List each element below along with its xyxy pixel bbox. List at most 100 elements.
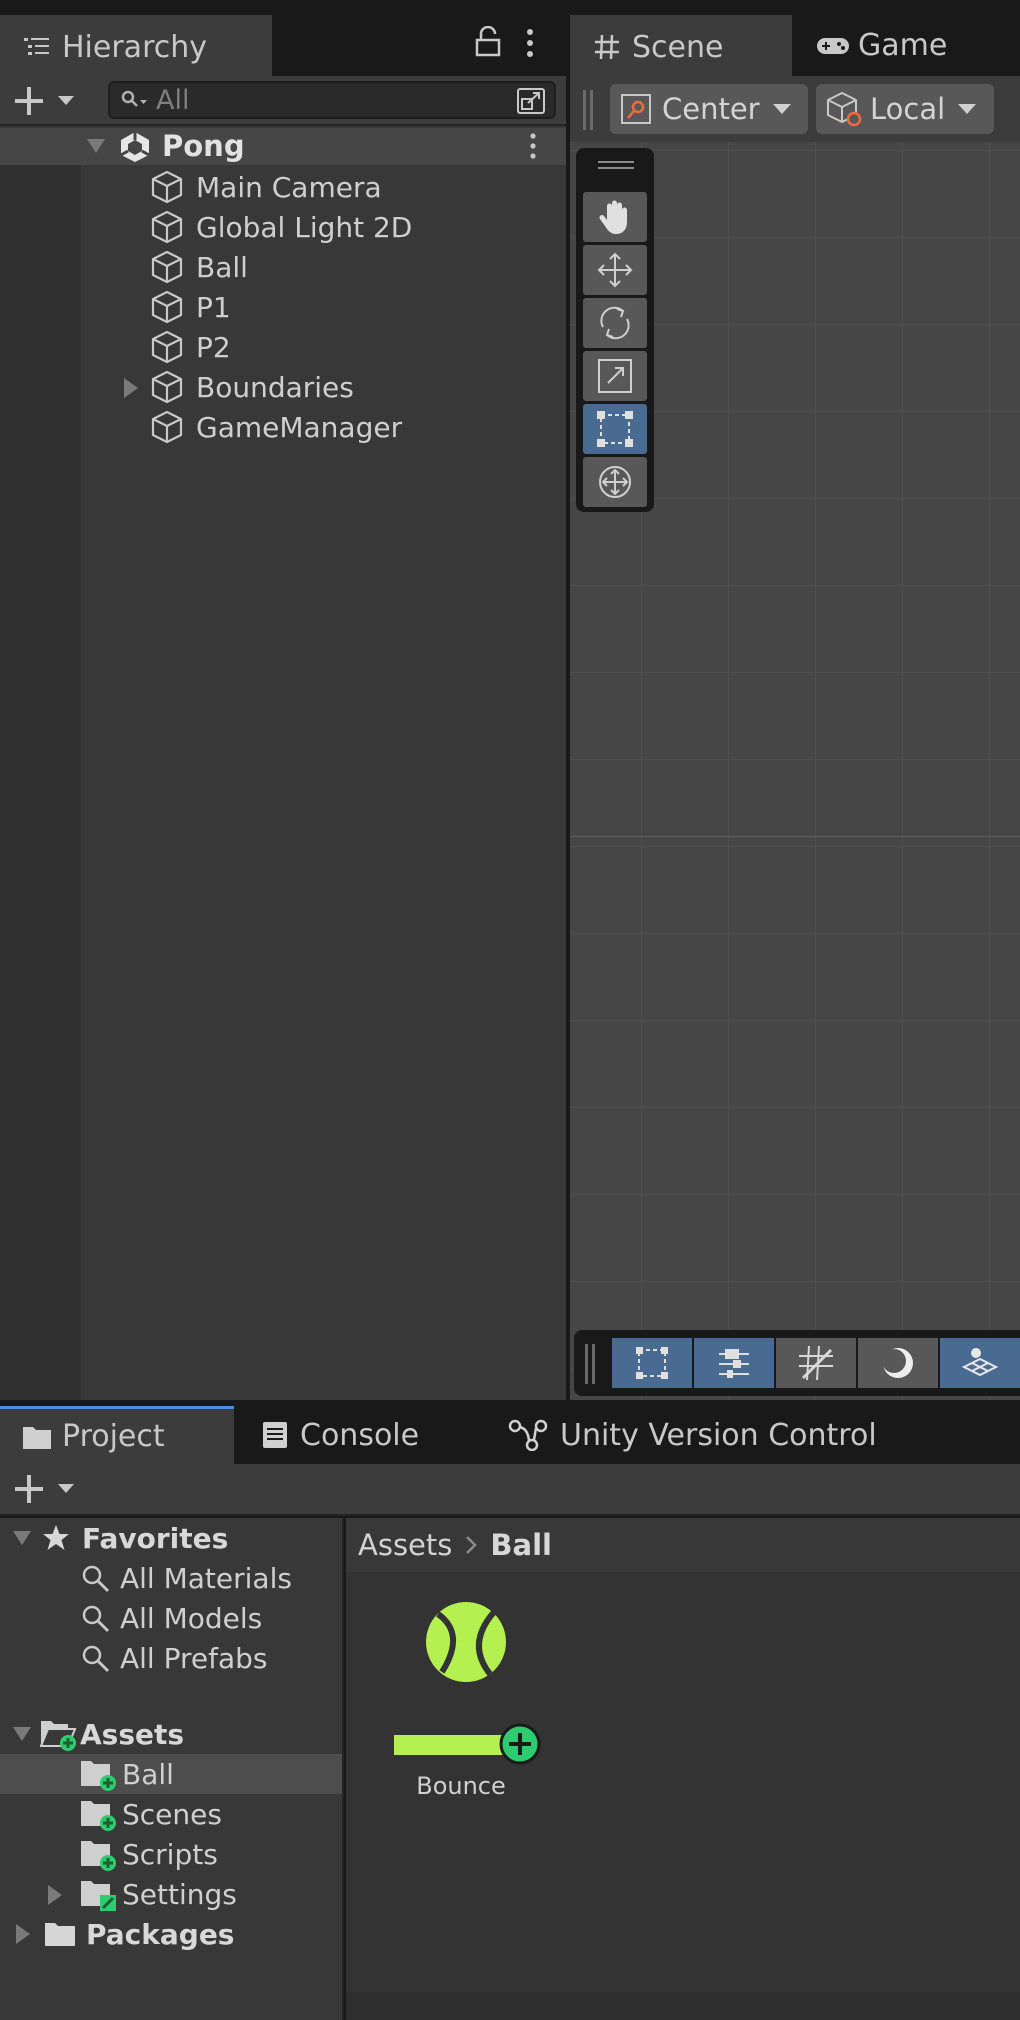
hierarchy-gutter [0, 128, 81, 1400]
scene-toolbar: Center Local [570, 76, 1020, 142]
tab-scene-label: Scene [632, 29, 724, 65]
folder-label: Ball [122, 1757, 174, 1791]
console-icon [262, 1421, 288, 1449]
hierarchy-search-input[interactable]: All [108, 81, 556, 119]
favorite-item-all-prefabs[interactable]: All Prefabs [80, 1638, 268, 1678]
more-menu-icon[interactable] [524, 28, 536, 58]
gameobject-cube-icon [150, 370, 184, 404]
project-create-button[interactable] [14, 1474, 78, 1504]
favorite-item-all-materials[interactable]: All Materials [80, 1558, 292, 1598]
tab-game-label: Game [858, 28, 948, 63]
expand-arrow-icon[interactable] [46, 1884, 64, 1906]
chevron-down-icon [957, 103, 977, 115]
toolbar-grip-icon[interactable] [584, 1344, 596, 1384]
chevron-right-icon [464, 1535, 478, 1555]
packages-header[interactable]: Packages [0, 1914, 342, 1954]
expand-arrow-icon[interactable] [12, 1725, 32, 1743]
project-folder-tree: Favorites All Materials All Models All P… [0, 1518, 344, 2020]
tab-scene[interactable]: Scene [570, 15, 792, 76]
tool-settings-button[interactable] [694, 1338, 774, 1388]
hierarchy-item-label: Ball [196, 250, 248, 284]
layers-visibility-button[interactable] [940, 1338, 1020, 1388]
list-icon [24, 36, 50, 58]
rect-gizmo-button[interactable] [612, 1338, 692, 1388]
view-options-button[interactable] [858, 1338, 938, 1388]
assets-label: Assets [80, 1717, 185, 1751]
hierarchy-item-p1[interactable]: P1 [150, 287, 231, 327]
search-icon [80, 1643, 110, 1673]
asset-item-bounce[interactable]: Bounce [386, 1600, 546, 1820]
grid-snapping-button[interactable] [776, 1338, 856, 1388]
folder-modified-icon [80, 1876, 120, 1912]
hierarchy-item-label: Main Camera [196, 170, 382, 204]
horizontal-scrollbar[interactable] [346, 1992, 1020, 2020]
expand-arrow-icon[interactable] [14, 1923, 32, 1945]
breadcrumb-ball[interactable]: Ball [490, 1528, 552, 1562]
breadcrumb-assets[interactable]: Assets [358, 1528, 452, 1562]
transform-tool-button[interactable] [583, 457, 647, 507]
create-button[interactable] [14, 86, 78, 116]
tab-version-control-label: Unity Version Control [560, 1417, 877, 1453]
physics-material-badge-icon [394, 1722, 544, 1766]
scene-menu-icon[interactable] [528, 132, 538, 160]
local-space-icon [826, 91, 862, 127]
rotate-tool-button[interactable] [583, 298, 647, 348]
expand-arrow-icon[interactable] [122, 377, 140, 399]
favorites-header[interactable]: Favorites [0, 1518, 342, 1558]
folder-icon [44, 1920, 76, 1948]
sliders-icon [717, 1346, 751, 1380]
hierarchy-item-global-light-2d[interactable]: Global Light 2D [150, 207, 412, 247]
rect-tool-button[interactable] [583, 404, 647, 454]
layers-icon [962, 1345, 998, 1381]
transform-icon [595, 462, 635, 502]
tab-unity-version-control[interactable]: Unity Version Control [508, 1406, 888, 1464]
scene-overlay-toolbar [574, 1330, 1020, 1396]
tab-game[interactable]: Game [792, 15, 1020, 76]
tab-project[interactable]: Project [0, 1406, 234, 1464]
hierarchy-item-gamemanager[interactable]: GameManager [150, 407, 402, 447]
hand-icon [597, 198, 633, 236]
packages-label: Packages [86, 1917, 235, 1951]
pivot-mode-label: Center [662, 92, 760, 126]
favorite-item-all-models[interactable]: All Models [80, 1598, 262, 1638]
toolbar-grip-icon[interactable] [582, 90, 594, 130]
hand-tool-button[interactable] [583, 192, 647, 242]
top-tab-strip: Hierarchy Scene Game [0, 0, 1020, 76]
overlay-grip-icon[interactable] [598, 160, 634, 170]
folder-item-settings[interactable]: Settings [80, 1874, 237, 1914]
tab-console[interactable]: Console [262, 1406, 462, 1464]
rect-gizmo-icon [635, 1346, 669, 1380]
hash-icon [594, 34, 620, 60]
assets-header[interactable]: Assets [0, 1714, 342, 1754]
expand-arrow-icon[interactable] [12, 1529, 32, 1547]
search-icon [120, 89, 148, 111]
tab-console-label: Console [300, 1417, 420, 1453]
hierarchy-item-label: P1 [196, 290, 231, 324]
folder-item-scenes[interactable]: Scenes [80, 1794, 222, 1834]
lock-icon[interactable] [474, 26, 502, 58]
folder-item-scripts[interactable]: Scripts [80, 1834, 218, 1874]
expand-arrow-icon[interactable] [86, 137, 106, 155]
pivot-rotation-dropdown[interactable]: Local [816, 84, 994, 134]
folder-label: Settings [122, 1877, 237, 1911]
hierarchy-item-label: GameManager [196, 410, 403, 444]
scale-tool-button[interactable] [583, 351, 647, 401]
hierarchy-item-p2[interactable]: P2 [150, 327, 231, 367]
folder-open-icon [40, 1716, 78, 1752]
rect-transform-icon [596, 410, 634, 448]
shading-moon-icon [880, 1345, 916, 1381]
scene-search-mode-icon[interactable] [516, 87, 546, 115]
breadcrumb: Assets Ball [346, 1518, 1020, 1572]
hierarchy-item-ball[interactable]: Ball [150, 247, 248, 287]
tab-hierarchy-label: Hierarchy [62, 29, 208, 65]
pivot-mode-dropdown[interactable]: Center [610, 84, 808, 134]
hierarchy-item-main-camera[interactable]: Main Camera [150, 167, 382, 207]
scene-view: Center Local [570, 76, 1020, 1400]
folder-item-ball[interactable]: Ball [0, 1754, 342, 1794]
folder-label: Scenes [122, 1797, 222, 1831]
asset-label: Bounce [416, 1772, 506, 1800]
move-tool-button[interactable] [583, 245, 647, 295]
hierarchy-item-boundaries[interactable]: Boundaries [150, 367, 354, 407]
tab-hierarchy[interactable]: Hierarchy [0, 15, 272, 76]
scene-root-row[interactable]: Pong [0, 128, 566, 165]
